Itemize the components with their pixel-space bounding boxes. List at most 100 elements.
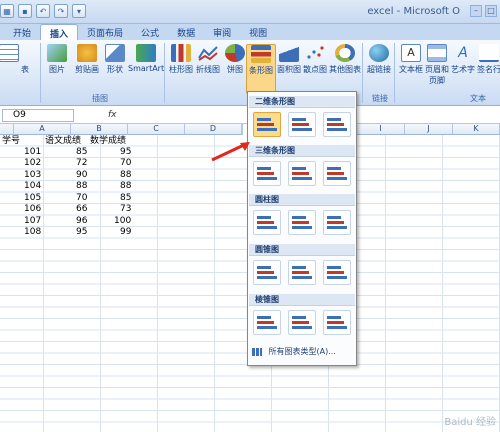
table-cell[interactable]: 103: [24, 170, 41, 181]
customize-qat-icon[interactable]: ▾: [72, 4, 86, 18]
group-label-illustrations: 插图: [92, 94, 108, 103]
section-3d-bar: 三维条形图: [249, 145, 355, 157]
hyperlink-button[interactable]: 超链接: [364, 44, 394, 75]
shapes-icon: [105, 44, 125, 62]
cone-bar-icon[interactable]: [253, 260, 281, 285]
save-icon[interactable]: ▪: [18, 4, 32, 18]
table-cell[interactable]: 70: [76, 193, 87, 204]
clipart-button[interactable]: 剪贴画: [72, 44, 102, 75]
column-header[interactable]: A: [14, 124, 71, 135]
line-chart-button[interactable]: 折线图: [193, 44, 223, 75]
3d-stacked-bar-icon[interactable]: [288, 161, 316, 186]
table-cell[interactable]: 105: [24, 193, 41, 204]
cylinder-bar-icon[interactable]: [253, 210, 281, 235]
table-cell[interactable]: 99: [120, 227, 131, 238]
shapes-button[interactable]: 形状: [100, 44, 130, 75]
column-header[interactable]: [242, 124, 243, 135]
3d-percent-bar-icon[interactable]: [323, 161, 351, 186]
smartart-icon: [136, 44, 156, 62]
column-header[interactable]: K: [453, 124, 500, 135]
3d-clustered-bar-icon[interactable]: [253, 161, 281, 186]
section-cylinder: 圆柱图: [249, 194, 355, 206]
select-all-corner[interactable]: [0, 124, 14, 135]
percent-cylinder-bar-icon[interactable]: [323, 210, 351, 235]
signature-label: 签名行: [477, 65, 500, 74]
table-label: 表: [21, 65, 29, 74]
table-cell[interactable]: 104: [24, 181, 41, 192]
column-header[interactable]: J: [405, 124, 453, 135]
picture-button[interactable]: 图片: [42, 44, 72, 75]
tab-home[interactable]: 开始: [4, 24, 40, 40]
table-header[interactable]: 学号: [2, 136, 20, 147]
signature-line-button[interactable]: 签名行: [474, 44, 500, 75]
clipart-icon: [77, 44, 97, 62]
column-header[interactable]: B: [71, 124, 128, 135]
table-cell[interactable]: 85: [76, 147, 87, 158]
column-header[interactable]: I: [357, 124, 405, 135]
table-cell[interactable]: 107: [24, 216, 41, 227]
tab-page-layout[interactable]: 页面布局: [78, 24, 132, 40]
table-cell[interactable]: 102: [24, 158, 41, 169]
table-cell[interactable]: 96: [76, 216, 87, 227]
table-cell[interactable]: 95: [120, 147, 131, 158]
redo-icon[interactable]: ↷: [54, 4, 68, 18]
picture-icon: [47, 44, 67, 62]
table-cell[interactable]: 66: [76, 204, 87, 215]
smartart-label: SmartArt: [128, 64, 165, 73]
table-cell[interactable]: 70: [120, 158, 131, 169]
stacked-bar-icon[interactable]: [288, 112, 316, 137]
table-cell[interactable]: 85: [120, 193, 131, 204]
stacked-cone-bar-icon[interactable]: [288, 260, 316, 285]
bar-chart-button[interactable]: 条形图: [246, 44, 276, 94]
table-cell[interactable]: 88: [76, 181, 87, 192]
pyramid-bar-icon[interactable]: [253, 310, 281, 335]
table-cell[interactable]: 106: [24, 204, 41, 215]
maximize-icon[interactable]: □: [485, 5, 497, 17]
table-icon: [0, 44, 19, 62]
column-chart-button[interactable]: 柱形图: [166, 44, 196, 75]
tab-formulas[interactable]: 公式: [132, 24, 168, 40]
table-cell[interactable]: 73: [120, 204, 131, 215]
table-button[interactable]: [0, 44, 24, 64]
table-cell[interactable]: 100: [114, 216, 131, 227]
tab-view[interactable]: 视图: [240, 24, 276, 40]
undo-icon[interactable]: ↶: [36, 4, 50, 18]
column-header[interactable]: D: [185, 124, 242, 135]
column-header[interactable]: C: [128, 124, 185, 135]
clustered-bar-icon[interactable]: [253, 112, 281, 137]
table-cell[interactable]: 72: [76, 158, 87, 169]
header-footer-label: 页眉和页脚: [425, 65, 449, 85]
tab-data[interactable]: 数据: [168, 24, 204, 40]
table-cell[interactable]: 108: [24, 227, 41, 238]
table-header[interactable]: 语文成绩: [45, 136, 81, 147]
tab-review[interactable]: 审阅: [204, 24, 240, 40]
hyperlink-label: 超链接: [367, 65, 391, 74]
all-chart-types-item[interactable]: 所有图表类型(A)...: [252, 346, 336, 357]
table-cell[interactable]: 88: [120, 170, 131, 181]
percent-pyramid-bar-icon[interactable]: [323, 310, 351, 335]
stacked-cylinder-bar-icon[interactable]: [288, 210, 316, 235]
percent-stacked-bar-icon[interactable]: [323, 112, 351, 137]
table-cell[interactable]: 101: [24, 147, 41, 158]
group-separator: [164, 43, 165, 103]
group-separator: [394, 43, 395, 103]
other-charts-button[interactable]: 其他图表: [328, 44, 362, 75]
column-chart-label: 柱形图: [169, 65, 193, 74]
textbox-icon: A: [401, 44, 421, 62]
name-box[interactable]: O9: [2, 109, 74, 122]
tab-insert[interactable]: 插入: [40, 24, 79, 40]
pie-chart-label: 饼图: [227, 65, 243, 74]
stacked-pyramid-bar-icon[interactable]: [288, 310, 316, 335]
office-icon[interactable]: ▦: [0, 4, 14, 18]
table-header[interactable]: 数学成绩: [90, 136, 126, 147]
scatter-chart-button[interactable]: 散点图: [300, 44, 330, 75]
fx-button[interactable]: fx: [108, 110, 120, 121]
minimize-icon[interactable]: –: [470, 5, 482, 17]
window-title: excel - Microsoft O: [367, 6, 460, 17]
smartart-button[interactable]: SmartArt: [128, 44, 164, 73]
group-separator: [362, 43, 363, 103]
percent-cone-bar-icon[interactable]: [323, 260, 351, 285]
table-cell[interactable]: 90: [76, 170, 87, 181]
table-cell[interactable]: 95: [76, 227, 87, 238]
table-cell[interactable]: 88: [120, 181, 131, 192]
